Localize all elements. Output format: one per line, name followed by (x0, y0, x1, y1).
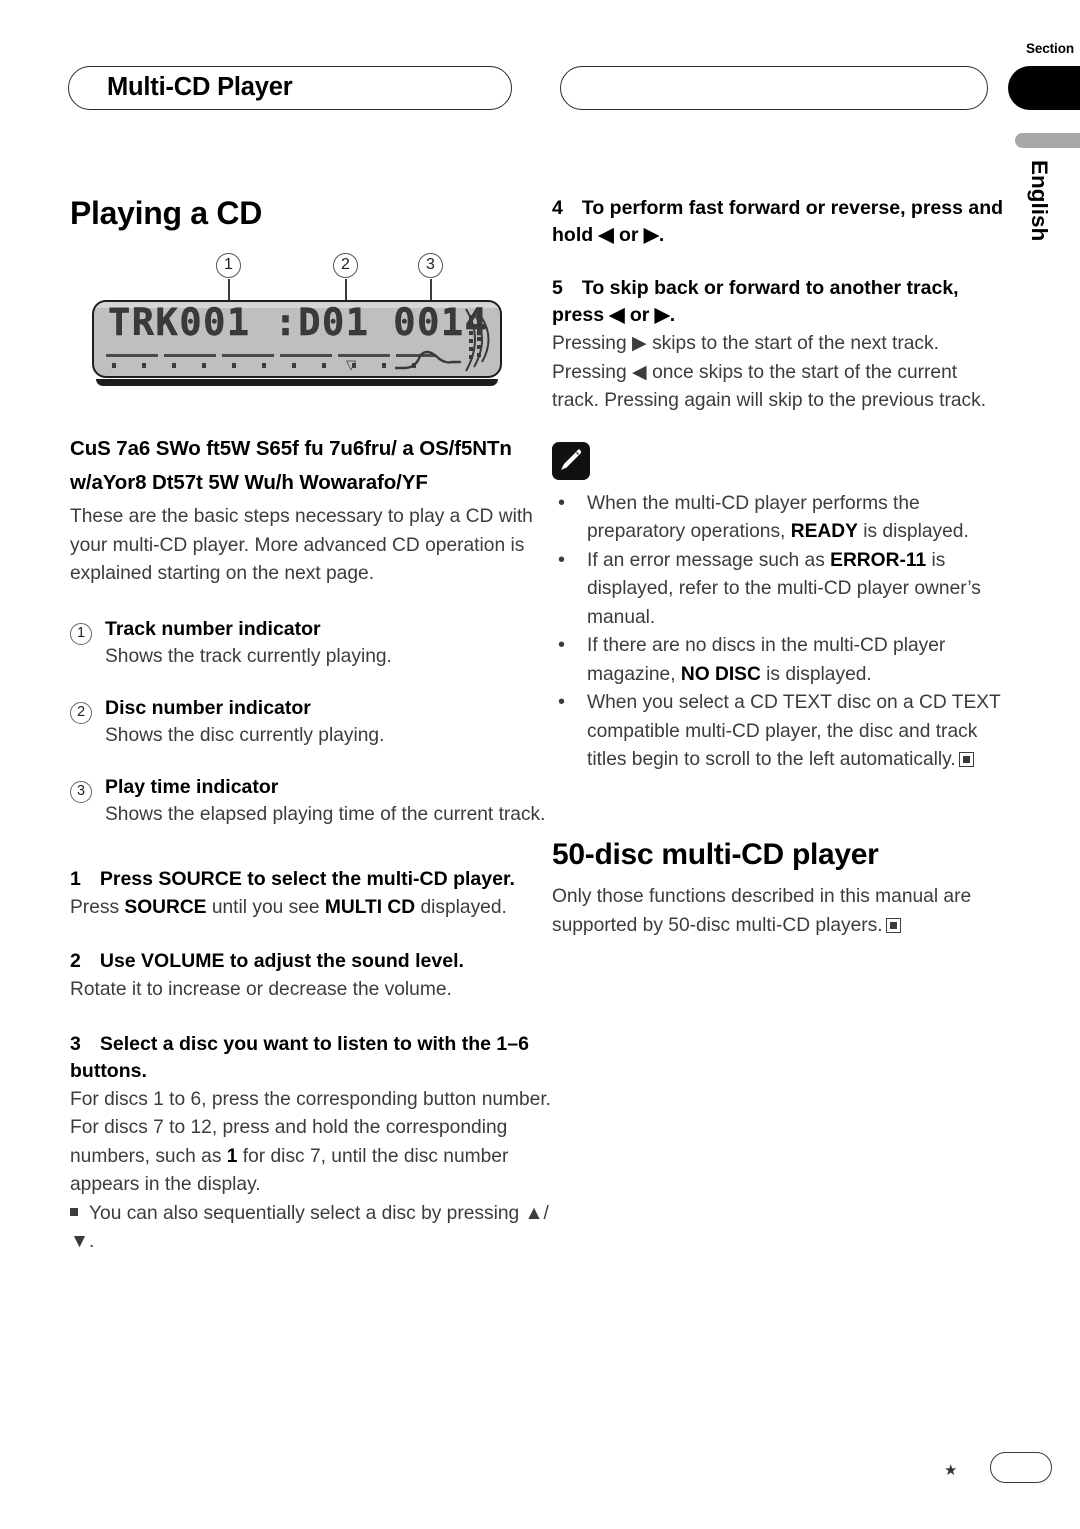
step-item: 5 To skip back or forward to another trac… (552, 275, 1004, 416)
indicator-number-3: 3 (70, 780, 92, 803)
pencil-note-icon (552, 441, 590, 480)
garbled-subheading-line1: CuS 7a6 SWo ft5W S65f fu 7u6fru/ a OS/f5… (70, 437, 512, 460)
indicator-desc-3: Shows the elapsed playing time of the cu… (105, 804, 546, 825)
intro-paragraph: These are the basic steps necessary to p… (70, 506, 533, 584)
indicator-item: 3 Play time indicator Shows the elapsed … (70, 773, 552, 830)
note-4-text: When you select a CD TEXT disc on a CD T… (587, 692, 1001, 770)
step-5-heading: 5 To skip back or forward to another trac… (552, 275, 1004, 329)
step-item: 1 Press SOURCE to select the multi-CD pla… (70, 866, 552, 923)
step-1-body-mid: until you see (206, 896, 325, 918)
subsection-heading: 50-disc multi-CD player (552, 837, 879, 871)
lcd-eq-curve-icon (394, 350, 462, 370)
subsection-body: Only those functions described in this m… (552, 883, 1004, 940)
step-3-heading: 3 Select a disc you want to listen to wit… (70, 1031, 552, 1085)
indicator-item: 2 Disc number indicator Shows the disc c… (70, 694, 552, 751)
section-gray-bar (1015, 133, 1080, 148)
step-1-number: 1 (70, 867, 81, 890)
lcd-segment-bar (106, 354, 436, 357)
step-2-number: 2 (70, 950, 81, 972)
step-3-bold-one: 1 (226, 1145, 238, 1167)
lcd-readout-text: TRK001 :D01 0014 (108, 301, 489, 344)
note-item: When the multi-CD player performs the pr… (552, 489, 1004, 547)
step-1-title: Press SOURCE to select the multi-CD play… (99, 867, 515, 890)
step-1-body-pre: Press (70, 896, 125, 918)
page-number-pill (990, 1452, 1052, 1483)
note-1-post: is displayed. (857, 521, 969, 542)
note-2-pre: If an error message such as (587, 549, 831, 571)
step-1-body-post: displayed. (415, 896, 507, 918)
end-of-section-marker-icon (958, 752, 974, 767)
step-4-title: To perform fast forward or reverse, pres… (552, 197, 1004, 246)
step-3-body-line2: For discs 7 to 12, press and hold the co… (70, 1114, 552, 1200)
header-title-box-right (560, 66, 988, 110)
garbled-subheading-line2: w/aYor8 Dt57t 5W Wu/h Wowarafo/YF (70, 471, 428, 494)
note-1-bold-ready: READY (790, 521, 858, 542)
left-column: Playing a CD 1 2 3 TRK001 :D01 0014 ▽ Cu… (70, 195, 552, 1283)
step-3-number: 3 (70, 1032, 81, 1055)
indicator-desc-1: Shows the track currently playing. (105, 646, 392, 667)
subsection-body-text: Only those functions described in this m… (552, 886, 972, 936)
header-title-box-left: Multi-CD Player (68, 66, 512, 110)
indicator-desc-2: Shows the disc currently playing. (105, 725, 385, 746)
section-tab-marker (1008, 66, 1080, 110)
lcd-speaker-icon: ▽ (346, 357, 356, 372)
manual-page: Multi-CD Player Section English Playing … (0, 0, 1080, 1529)
callout-number-1: 1 (216, 253, 241, 278)
step-3-body-line1: For discs 1 to 6, press the correspondin… (70, 1088, 552, 1110)
lcd-display-figure: 1 2 3 TRK001 :D01 0014 ▽ (70, 253, 540, 425)
square-bullet-icon (70, 1207, 78, 1216)
callout-number-3: 3 (418, 253, 443, 278)
callout-number-2: 2 (333, 253, 358, 278)
main-heading: Playing a CD (70, 195, 263, 231)
step-item: 4 To perform fast forward or reverse, pre… (552, 195, 1004, 249)
step-5-number: 5 (552, 277, 563, 299)
note-3-post: is displayed. (760, 663, 872, 685)
step-2-title: Use VOLUME to adjust the sound level. (99, 950, 464, 972)
section-label: Section (1025, 41, 1074, 56)
indicator-title-1: Track number indicator (105, 617, 321, 640)
indicator-title-2: Disc number indicator (105, 696, 311, 719)
step-1-bold-source: SOURCE (124, 896, 207, 918)
lcd-dot-indicators (112, 363, 430, 368)
right-column: 4 To perform fast forward or reverse, pre… (552, 195, 1004, 940)
step-5-title: To skip back or forward to another track… (552, 277, 959, 326)
step-3-sub-bullet: You can also sequentially select a disc … (70, 1200, 552, 1257)
step-1-bold-multicd: MULTI CD (324, 896, 416, 918)
note-item: When you select a CD TEXT disc on a CD T… (552, 688, 1004, 775)
step-3-title: Select a disc you want to listen to with… (70, 1032, 529, 1082)
step-item: 3 Select a disc you want to listen to wit… (70, 1031, 552, 1257)
indicator-number-1: 1 (70, 622, 92, 645)
lcd-base-shadow (96, 379, 498, 386)
indicator-title-3: Play time indicator (105, 775, 279, 798)
step-item: 2 Use VOLUME to adjust the sound level. R… (70, 948, 552, 1005)
step-4-heading: 4 To perform fast forward or reverse, pre… (552, 195, 1004, 249)
lcd-level-meter-icon (465, 308, 490, 372)
note-item: If an error message such as ERROR-11 is … (552, 546, 1004, 633)
step-2-heading: 2 Use VOLUME to adjust the sound level. (70, 948, 552, 975)
step-2-body: Rotate it to increase or decrease the vo… (70, 979, 452, 1000)
step-1-body: Press SOURCE until you see MULTI CD disp… (70, 894, 552, 923)
step-1-heading: 1 Press SOURCE to select the multi-CD pla… (70, 866, 552, 893)
lcd-screen: TRK001 :D01 0014 ▽ (92, 300, 502, 378)
step-3-sub-bullet-text: You can also sequentially select a disc … (70, 1202, 549, 1253)
note-2-bold-error: ERROR-11 (830, 549, 927, 571)
page-title: Multi-CD Player (107, 72, 293, 101)
footer-star-icon: ★ (944, 1462, 958, 1479)
step-5-body: Pressing ▶ skips to the start of the nex… (552, 333, 987, 411)
note-item: If there are no discs in the multi-CD pl… (552, 631, 1004, 689)
indicator-number-2: 2 (70, 701, 92, 724)
language-tab-english: English (1027, 160, 1052, 242)
step-4-number: 4 (552, 197, 563, 219)
end-of-section-marker-icon (885, 917, 901, 933)
note-3-bold-nodisc: NO DISC (680, 663, 761, 685)
notes-list: When the multi-CD player performs the pr… (552, 489, 1004, 775)
indicator-item: 1 Track number indicator Shows the track… (70, 615, 552, 672)
